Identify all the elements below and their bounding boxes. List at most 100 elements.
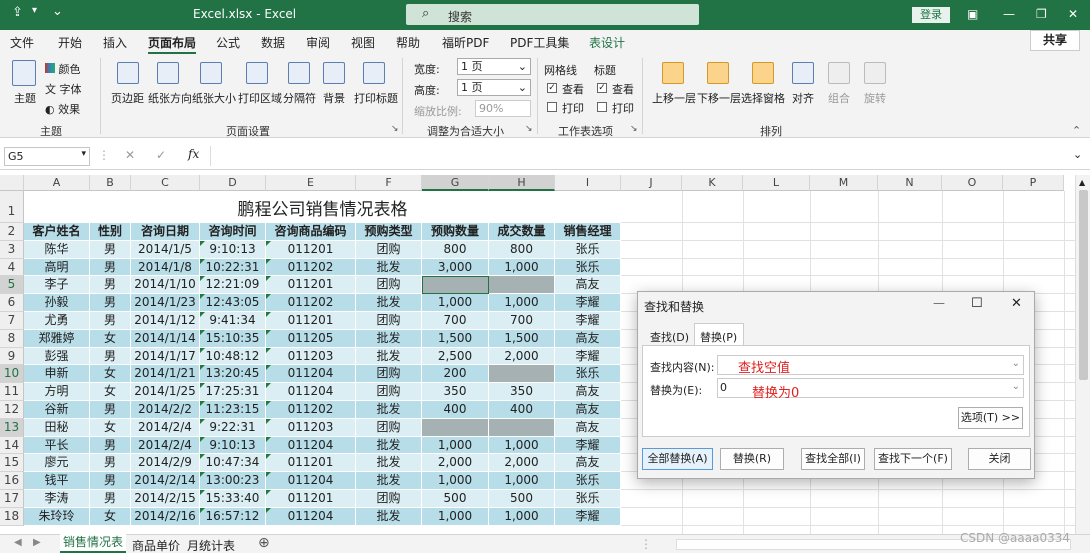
print-titles-icon[interactable] [363,62,385,84]
table-cell[interactable]: 男 [90,276,131,295]
headings-view-checkbox[interactable]: ✓ [597,83,607,93]
gridlines-print-checkbox[interactable] [547,102,557,112]
table-cell[interactable]: 张乐 [555,240,621,259]
bring-forward-button[interactable]: 上移一层 [652,90,696,106]
menu-home[interactable]: 开始 [58,34,82,51]
table-cell[interactable]: 彭强 [24,347,90,366]
table-cell[interactable]: 1,000 [422,472,489,490]
table-cell[interactable]: 1,000 [422,294,489,312]
formula-input[interactable] [210,146,1070,166]
background-icon[interactable] [323,62,345,84]
theme-button-label[interactable]: 主题 [14,90,36,106]
menu-page-layout[interactable]: 页面布局 [148,34,197,54]
share-button[interactable]: 共享 [1030,30,1080,51]
table-header-cell[interactable]: 性别 [90,223,131,241]
menu-insert[interactable]: 插入 [103,34,127,51]
column-header-h[interactable]: H [489,175,555,191]
table-cell[interactable]: 11:23:15 [200,401,266,419]
table-header-cell[interactable]: 咨询商品编码 [266,223,356,241]
select-all-corner[interactable] [0,175,24,191]
column-header-g[interactable]: G [422,175,489,191]
table-cell[interactable]: 李耀 [555,436,621,455]
expand-formula-icon[interactable]: ⌄ [1073,148,1082,161]
insert-function-icon[interactable]: fx [188,147,199,161]
table-cell[interactable]: 500 [489,490,555,508]
breaks-icon[interactable] [288,62,310,84]
table-cell[interactable]: 2014/2/4 [131,436,200,455]
table-cell[interactable]: 1,500 [489,329,555,348]
table-cell[interactable]: 高友 [555,329,621,348]
tab-find[interactable]: 查找(D) [650,329,689,345]
table-cell[interactable]: 011201 [266,312,356,330]
table-cell[interactable]: 张乐 [555,258,621,277]
table-cell[interactable]: 男 [90,240,131,259]
table-cell[interactable]: 9:10:13 [200,436,266,455]
print-area-button[interactable]: 打印区域 [238,90,282,106]
table-cell[interactable]: 2014/2/14 [131,472,200,490]
row-header-18[interactable]: 18 [0,507,24,526]
table-header-cell[interactable]: 咨询时间 [200,223,266,241]
scroll-up-icon[interactable]: ▲ [1079,178,1085,187]
table-cell[interactable]: 2014/2/15 [131,490,200,508]
table-cell[interactable]: 批发 [356,436,422,455]
table-cell[interactable]: 9:22:31 [200,418,266,437]
find-input[interactable]: 查找空值 ⌄ [717,355,1024,376]
table-cell[interactable]: 1,000 [489,258,555,277]
column-header-f[interactable]: F [356,175,422,191]
table-cell[interactable]: 高友 [555,401,621,419]
paper-size-icon[interactable] [200,62,222,84]
table-cell[interactable]: 1,000 [489,436,555,455]
table-cell[interactable]: 钱平 [24,472,90,490]
paper-size-button[interactable]: 纸张大小 [192,90,236,106]
row-header-13[interactable]: 13 [0,418,24,437]
table-header-cell[interactable]: 销售经理 [555,223,621,241]
table-cell[interactable]: 2014/1/17 [131,347,200,366]
table-cell[interactable]: 011201 [266,276,356,295]
table-cell[interactable]: 011201 [266,490,356,508]
column-header-a[interactable]: A [24,175,90,191]
table-cell[interactable]: 批发 [356,294,422,312]
menu-table-design[interactable]: 表设计 [589,34,625,51]
row-header-7[interactable]: 7 [0,312,24,330]
column-header-b[interactable]: B [90,175,131,191]
menu-data[interactable]: 数据 [261,34,285,51]
scroll-thumb[interactable] [1079,190,1088,380]
table-cell[interactable]: 男 [90,294,131,312]
table-cell[interactable]: 李耀 [555,312,621,330]
options-button[interactable]: 选项(T) >> [958,407,1023,429]
table-header-cell[interactable]: 客户姓名 [24,223,90,241]
orientation-icon[interactable] [157,62,179,84]
menu-help[interactable]: 帮助 [396,34,420,51]
table-cell[interactable]: 批发 [356,454,422,473]
menu-review[interactable]: 审阅 [306,34,330,51]
prev-sheet-icon[interactable]: ◀ [14,537,22,548]
table-cell[interactable]: 2014/1/14 [131,329,200,348]
sheet-tab-prices[interactable]: 商品单价 [132,537,180,554]
minimize-icon[interactable]: — [933,296,945,310]
column-header-c[interactable]: C [131,175,200,191]
table-cell[interactable]: 平长 [24,436,90,455]
maximize-icon[interactable]: ☐ [971,296,983,311]
table-cell[interactable]: 2014/1/5 [131,240,200,259]
column-header-l[interactable]: L [743,175,810,191]
table-cell[interactable]: 13:20:45 [200,365,266,384]
row-header-14[interactable]: 14 [0,436,24,455]
table-cell[interactable]: 1,000 [489,507,555,526]
table-cell[interactable]: 3,000 [422,258,489,277]
table-cell[interactable]: 男 [90,454,131,473]
collapse-ribbon-icon[interactable]: ⌃ [1072,124,1081,137]
fonts-button[interactable]: 文 字体 [45,81,82,97]
table-cell[interactable]: 2,000 [422,454,489,473]
minimize-icon[interactable]: — [1003,7,1015,21]
send-backward-button[interactable]: 下移一层 [697,90,741,106]
table-cell[interactable]: 李耀 [555,347,621,366]
table-cell[interactable]: 2014/2/2 [131,401,200,419]
table-cell[interactable]: 011204 [266,436,356,455]
table-cell[interactable]: 李耀 [555,507,621,526]
table-cell[interactable]: 李子 [24,276,90,295]
breaks-button[interactable]: 分隔符 [283,90,316,106]
table-cell[interactable]: 2014/2/9 [131,454,200,473]
column-header-j[interactable]: J [621,175,682,191]
table-cell[interactable]: 廖元 [24,454,90,473]
menu-file[interactable]: 文件 [10,34,34,51]
